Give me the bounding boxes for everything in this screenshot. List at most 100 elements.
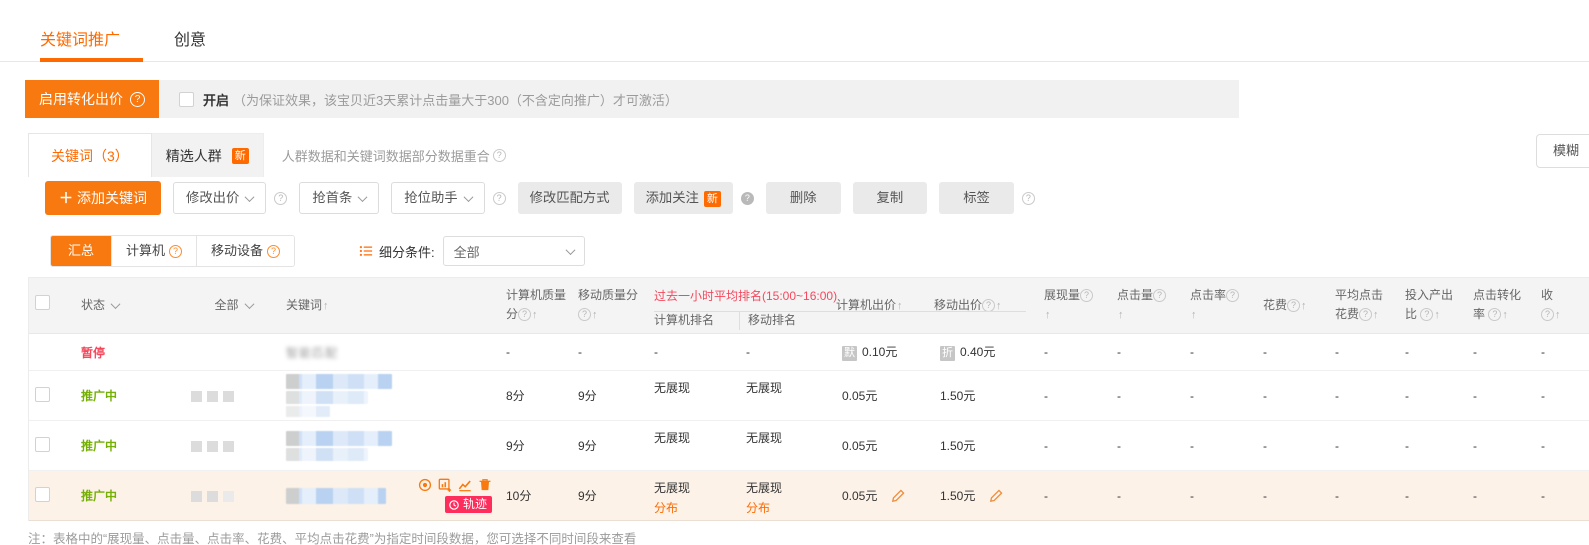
- table-row[interactable]: 推广中 9分 9分 无展现 无展现 0.05元 1.50元 - - - - - …: [29, 421, 1589, 471]
- computer-quality-cell: 8分: [500, 371, 572, 421]
- rank-assistant-dropdown[interactable]: 抢位助手: [391, 182, 484, 214]
- add-watch-button[interactable]: 添加关注新: [634, 182, 733, 214]
- column-status[interactable]: 状态: [75, 278, 185, 334]
- clicks-cell: -: [1101, 334, 1174, 371]
- column-keyword[interactable]: 关键词↑: [280, 278, 500, 334]
- row-checkbox[interactable]: [35, 387, 50, 402]
- rank-subcolumns: 计算机排名 移动排名: [648, 311, 830, 330]
- default-bid-badge: 默: [842, 346, 857, 361]
- help-icon[interactable]: ?: [518, 308, 531, 321]
- column-mobile-quality[interactable]: 移动质量分 ?↑: [572, 278, 648, 334]
- help-icon[interactable]: ?: [578, 308, 591, 321]
- column-roi[interactable]: 投入产出比 ?↑: [1389, 278, 1457, 334]
- column-clicks-label: 点击量: [1117, 288, 1153, 302]
- sort-asc-icon[interactable]: ↑: [1191, 309, 1197, 321]
- column-partial-clipped[interactable]: 收?↑: [1525, 278, 1589, 334]
- rank-distribution-link[interactable]: 分布: [746, 500, 770, 517]
- modify-bid-dropdown[interactable]: 修改出价: [173, 182, 266, 214]
- active-tab-indicator: [40, 58, 143, 62]
- tab-creative[interactable]: 创意: [174, 26, 206, 50]
- column-all-filter[interactable]: 全部: [185, 278, 280, 334]
- column-conversion-rate[interactable]: 点击转化率 ?↑: [1457, 278, 1525, 334]
- chevron-down-icon: [463, 192, 473, 202]
- column-ctr[interactable]: 点击率? ↑: [1174, 278, 1247, 334]
- keyword-table: 状态 全部 关键词↑ 计算机质量分?↑ 移动质量分 ?↑ 过去一小时平均排名(1…: [28, 277, 1589, 521]
- column-impressions-label: 展现量: [1044, 288, 1080, 302]
- help-icon[interactable]: ?: [1022, 192, 1035, 205]
- sort-asc-icon[interactable]: ↑: [1373, 309, 1379, 321]
- table-row[interactable]: 推广中 8分 9分 无展现 无展现 0.05元 1.50元 - - - - - …: [29, 371, 1589, 421]
- table-row[interactable]: 暂停 智能匹配 - - - - 默0.10元 折0.40元 - - - - - …: [29, 334, 1589, 371]
- copy-button[interactable]: 复制: [853, 182, 928, 214]
- column-impressions[interactable]: 展现量? ↑: [1028, 278, 1101, 334]
- impressions-cell: -: [1028, 471, 1101, 521]
- sort-asc-icon[interactable]: ↑: [1301, 300, 1307, 312]
- segment-mobile[interactable]: 移动设备?: [196, 236, 294, 266]
- rank-distribution-link[interactable]: 分布: [654, 500, 678, 517]
- avg-click-cost-cell: -: [1319, 421, 1389, 471]
- help-icon[interactable]: ?: [493, 149, 506, 162]
- help-icon[interactable]: ?: [741, 192, 754, 205]
- help-icon[interactable]: ?: [1153, 289, 1166, 302]
- edit-pencil-icon[interactable]: [989, 488, 1004, 503]
- delete-button[interactable]: 删除: [766, 182, 841, 214]
- clicks-cell: -: [1101, 421, 1174, 471]
- mobile-quality-cell: 9分: [572, 471, 648, 521]
- modify-match-button[interactable]: 修改匹配方式: [518, 182, 622, 214]
- impressions-cell: -: [1028, 371, 1101, 421]
- help-icon[interactable]: ?: [1226, 289, 1239, 302]
- help-icon[interactable]: ?: [1359, 308, 1372, 321]
- help-icon[interactable]: ?: [1488, 308, 1501, 321]
- help-icon[interactable]: ?: [1420, 308, 1433, 321]
- tag-button[interactable]: 标签: [939, 182, 1014, 214]
- add-keyword-button[interactable]: ＋添加关键词: [45, 181, 161, 215]
- sort-asc-icon[interactable]: ↑: [1502, 309, 1508, 321]
- segment-computer[interactable]: 计算机?: [111, 236, 196, 266]
- select-all-checkbox[interactable]: [35, 295, 50, 310]
- enable-conversion-bid-button[interactable]: 启用转化出价 ?: [25, 80, 159, 118]
- target-icon[interactable]: [418, 478, 432, 492]
- help-icon[interactable]: ?: [274, 192, 287, 205]
- help-icon[interactable]: ?: [1287, 299, 1300, 312]
- column-avg-click-cost[interactable]: 平均点击花费?↑: [1319, 278, 1389, 334]
- segment-summary[interactable]: 汇总: [51, 236, 111, 266]
- help-icon[interactable]: ?: [267, 245, 280, 258]
- help-icon[interactable]: ?: [130, 92, 145, 107]
- column-clicks[interactable]: 点击量? ↑: [1101, 278, 1174, 334]
- column-computer-quality[interactable]: 计算机质量分?↑: [500, 278, 572, 334]
- row-checkbox[interactable]: [35, 487, 50, 502]
- sort-asc-icon[interactable]: ↑: [323, 300, 329, 312]
- fuzzy-search-button[interactable]: 模糊: [1536, 134, 1589, 168]
- chevron-down-icon: [565, 245, 575, 255]
- tab-selected-audience[interactable]: 精选人群 新: [152, 133, 264, 177]
- help-icon[interactable]: ?: [169, 245, 182, 258]
- tab-keywords[interactable]: 关键词（3）: [28, 133, 152, 177]
- table-row-hovered[interactable]: 推广中: [29, 471, 1589, 521]
- segment-condition-select[interactable]: 全部: [443, 236, 585, 266]
- track-badge[interactable]: 轨迹: [445, 496, 492, 513]
- tab-keyword-promotion[interactable]: 关键词推广: [40, 26, 120, 50]
- grab-top-dropdown[interactable]: 抢首条: [299, 182, 379, 214]
- sort-asc-icon[interactable]: ↑: [592, 309, 598, 321]
- row-checkbox[interactable]: [35, 437, 50, 452]
- delete-trash-icon[interactable]: [478, 478, 492, 492]
- column-rank-group[interactable]: 过去一小时平均排名(15:00~16:00) 计算机排名 移动排名: [648, 278, 830, 334]
- conversion-bid-strip: 启用转化出价 ? 开启 （为保证效果，该宝贝近3天累计点击量大于300（不含定向…: [25, 80, 1239, 118]
- roi-cell: -: [1389, 471, 1457, 521]
- edit-pencil-icon[interactable]: [891, 488, 906, 503]
- enable-conversion-checkbox[interactable]: [179, 92, 194, 107]
- help-icon[interactable]: ?: [493, 192, 506, 205]
- grab-top-label: 抢首条: [312, 190, 352, 205]
- trend-line-icon[interactable]: [458, 478, 472, 492]
- sort-asc-icon[interactable]: ↑: [1045, 309, 1051, 321]
- roi-cell: -: [1389, 334, 1457, 371]
- sort-asc-icon[interactable]: ↑: [1118, 309, 1124, 321]
- segment-condition-value: 全部: [454, 242, 480, 261]
- sort-asc-icon[interactable]: ↑: [532, 309, 538, 321]
- report-chart-icon[interactable]: [438, 478, 452, 492]
- help-icon[interactable]: ?: [1080, 289, 1093, 302]
- sort-asc-icon[interactable]: ↑: [1555, 309, 1561, 321]
- help-icon[interactable]: ?: [1541, 308, 1554, 321]
- sort-asc-icon[interactable]: ↑: [1434, 309, 1440, 321]
- column-cost[interactable]: 花费?↑: [1247, 278, 1319, 334]
